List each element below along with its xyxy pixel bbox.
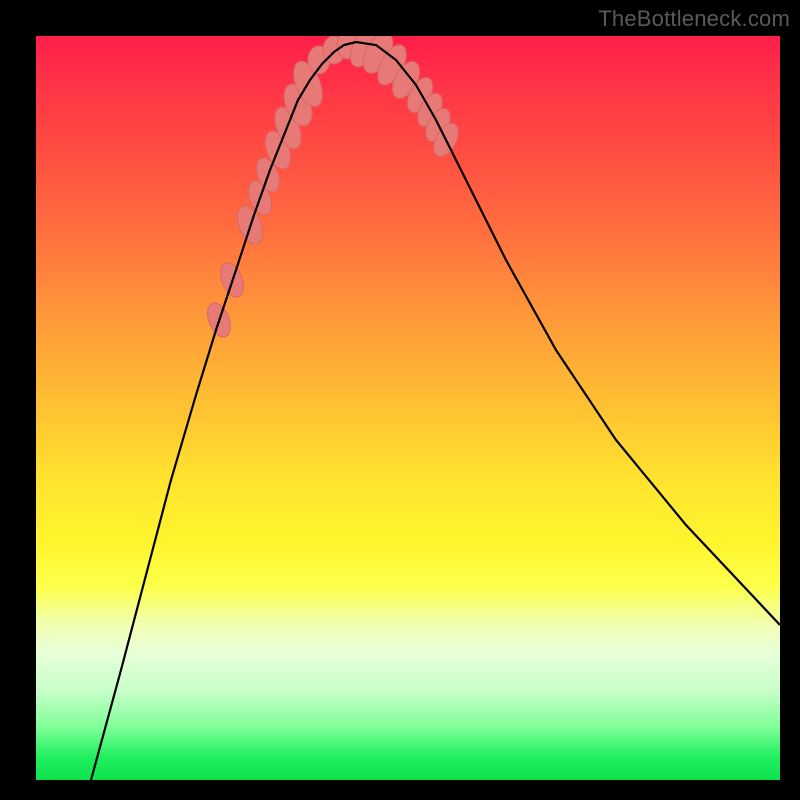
plot-area (36, 36, 780, 780)
watermark-text: TheBottleneck.com (598, 6, 790, 32)
data-markers (203, 36, 463, 340)
curve-overlay (36, 36, 780, 780)
chart-frame: TheBottleneck.com (0, 0, 800, 800)
